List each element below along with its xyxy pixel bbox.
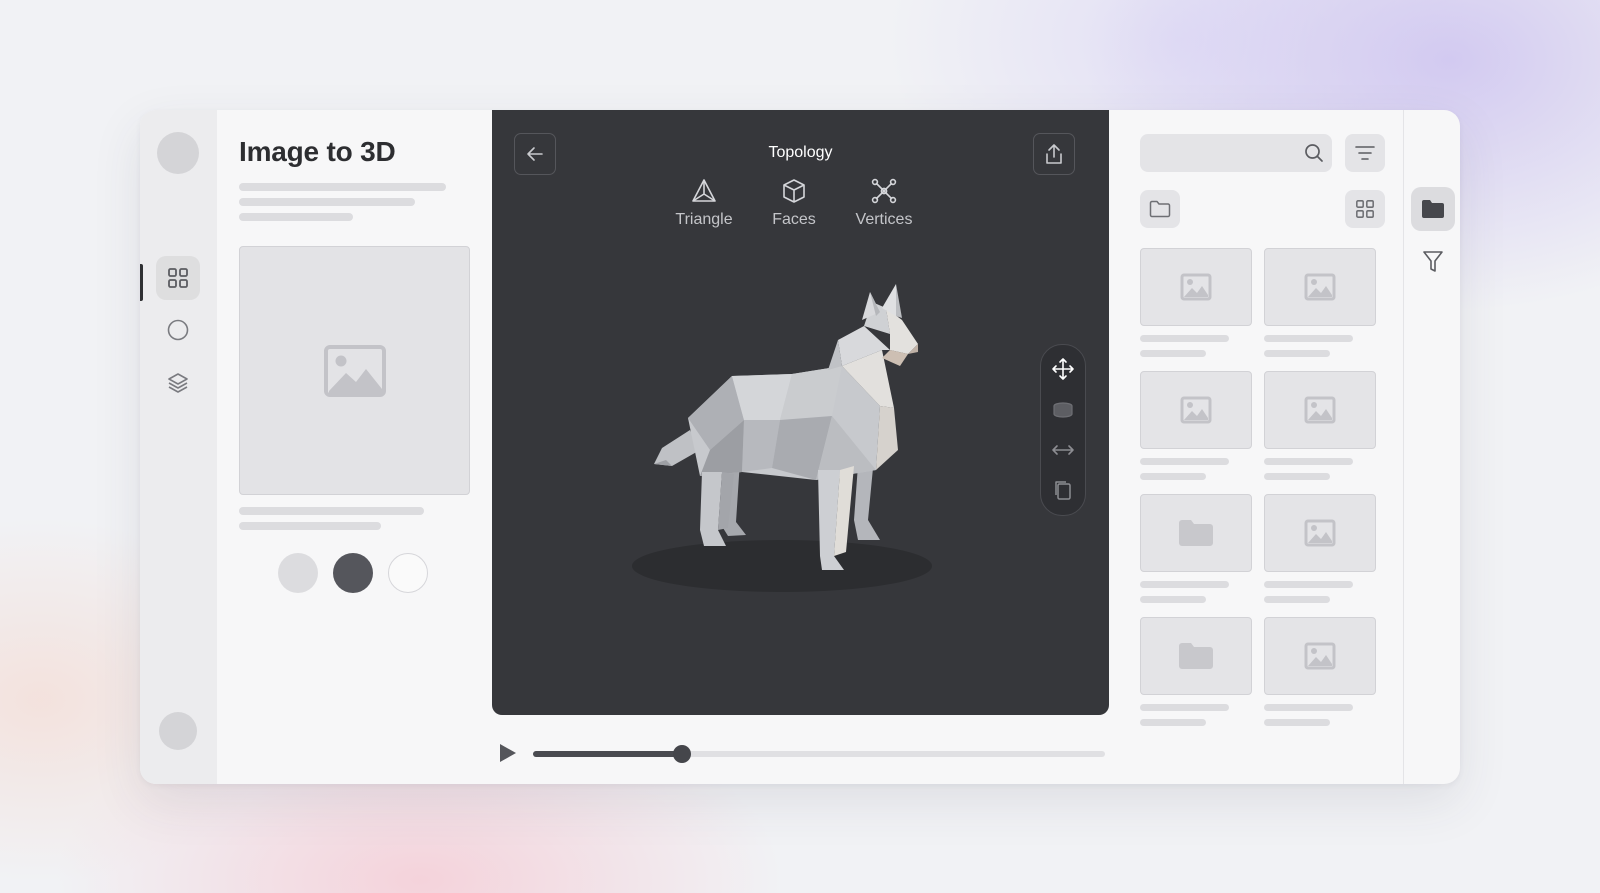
library-image-card[interactable] [1140, 371, 1252, 449]
app-window: Image to 3D Topology Triangle Faces Vert… [140, 110, 1460, 784]
user-avatar[interactable] [159, 712, 197, 750]
mode-label: Vertices [855, 211, 913, 228]
low-poly-dog-model[interactable] [632, 280, 952, 610]
text-placeholder [239, 183, 446, 191]
right-rail [1403, 110, 1460, 784]
text-placeholder [1140, 473, 1206, 480]
play-button[interactable] [495, 741, 519, 765]
rail-item-grid[interactable] [156, 256, 200, 300]
text-placeholder [1264, 719, 1330, 726]
left-panel: Image to 3D [217, 110, 492, 784]
timeline-progress [533, 751, 682, 757]
filter-lines-icon [1355, 146, 1375, 160]
library-image-card[interactable] [1264, 617, 1376, 695]
library-folder-card[interactable] [1140, 494, 1252, 572]
duplicate-tool[interactable] [1051, 478, 1075, 502]
image-icon [1304, 273, 1336, 301]
text-placeholder [239, 522, 381, 530]
move-tool[interactable] [1051, 357, 1075, 381]
page-title: Image to 3D [239, 136, 396, 167]
mode-label: Faces [772, 211, 816, 228]
mode-vertices[interactable]: Vertices [839, 178, 929, 229]
text-placeholder [1140, 719, 1206, 726]
image-icon [323, 344, 386, 397]
export-button[interactable] [1033, 133, 1075, 175]
circle-icon [167, 319, 189, 341]
filter-button[interactable] [1345, 134, 1385, 172]
text-placeholder [1140, 581, 1229, 588]
text-placeholder [1264, 350, 1330, 357]
image-icon [1304, 642, 1336, 670]
grid-view-button[interactable] [1345, 190, 1385, 228]
library-image-card[interactable] [1264, 494, 1376, 572]
text-placeholder [1264, 581, 1353, 588]
active-indicator [140, 264, 143, 301]
image-icon [1304, 519, 1336, 547]
text-placeholder [1140, 596, 1206, 603]
color-swatch-white[interactable] [388, 553, 428, 593]
folder-outline-icon [1149, 200, 1171, 218]
image-icon [1304, 396, 1336, 424]
text-placeholder [1264, 335, 1353, 342]
vertices-icon [871, 178, 897, 204]
search-icon [1305, 144, 1323, 162]
folder-icon [1179, 520, 1213, 546]
timeline-slider[interactable] [533, 745, 1105, 763]
text-placeholder [1140, 458, 1229, 465]
grid-icon [1356, 200, 1374, 218]
folder-icon [1422, 200, 1444, 218]
text-placeholder [1264, 458, 1353, 465]
rail-item-layers[interactable] [156, 361, 200, 405]
timeline-handle[interactable] [672, 745, 691, 763]
search-input[interactable] [1140, 134, 1332, 172]
viewer-toolbar [1040, 344, 1086, 516]
folder-icon [1179, 643, 1213, 669]
layers-icon [168, 373, 188, 393]
folder-button[interactable] [1140, 190, 1180, 228]
share-icon [1046, 144, 1062, 164]
left-rail [140, 110, 217, 784]
text-placeholder [1264, 596, 1330, 603]
grid-icon [168, 268, 188, 288]
image-icon [1180, 273, 1212, 301]
model-viewer[interactable]: Topology Triangle Faces Vertices [492, 110, 1109, 715]
library-folder-card[interactable] [1140, 617, 1252, 695]
library-image-card[interactable] [1140, 248, 1252, 326]
text-placeholder [1140, 350, 1206, 357]
text-placeholder [239, 198, 415, 206]
text-placeholder [1264, 704, 1353, 711]
cube-icon [783, 179, 805, 203]
rail-item-circle[interactable] [156, 308, 200, 352]
triangle-icon [692, 179, 716, 202]
avatar[interactable] [157, 132, 199, 174]
rotate-tool[interactable] [1051, 398, 1075, 422]
filter-icon [1423, 251, 1443, 272]
rail-item-folder[interactable] [1411, 187, 1455, 231]
copy-icon [1055, 481, 1071, 500]
mode-faces[interactable]: Faces [749, 178, 839, 229]
cylinder-icon [1053, 402, 1073, 418]
text-placeholder [1140, 704, 1229, 711]
text-placeholder [1264, 473, 1330, 480]
text-placeholder [239, 213, 353, 221]
text-placeholder [239, 507, 424, 515]
viewer-title: Topology [768, 144, 833, 161]
library-image-card[interactable] [1264, 371, 1376, 449]
mode-label: Triangle [675, 211, 733, 228]
library-image-card[interactable] [1264, 248, 1376, 326]
library-panel [1109, 110, 1403, 784]
color-swatch-dark[interactable] [333, 553, 373, 593]
rail-item-filter[interactable] [1411, 240, 1455, 284]
move-icon [1052, 358, 1074, 380]
mode-triangle[interactable]: Triangle [659, 178, 749, 229]
image-upload-area[interactable] [239, 246, 470, 495]
resize-horizontal-icon [1052, 445, 1074, 455]
color-swatch-light[interactable] [278, 553, 318, 593]
text-placeholder [1140, 335, 1229, 342]
scale-tool[interactable] [1051, 438, 1075, 462]
image-icon [1180, 396, 1212, 424]
